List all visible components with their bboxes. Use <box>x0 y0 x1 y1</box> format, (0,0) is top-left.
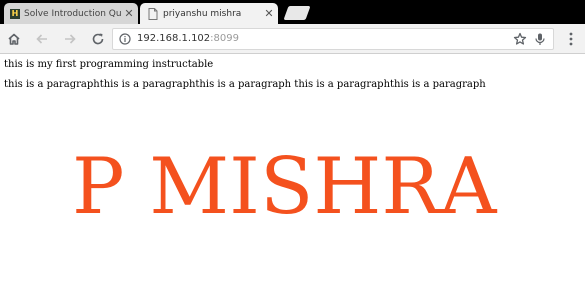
browser-toolbar: 192.168.1.102:8099 <box>0 24 585 54</box>
tab-title: priyanshu mishra <box>163 8 242 19</box>
reload-button[interactable] <box>90 31 106 47</box>
microphone-icon[interactable] <box>533 32 547 46</box>
home-icon <box>8 33 20 45</box>
new-tab-button[interactable] <box>283 6 311 20</box>
home-button[interactable] <box>6 31 22 47</box>
big-name-text: P MISHRA <box>72 142 497 232</box>
reload-icon <box>92 33 104 45</box>
url-port: :8099 <box>210 33 239 44</box>
address-bar[interactable]: 192.168.1.102:8099 <box>112 28 554 50</box>
document-icon <box>148 7 158 20</box>
tab-solve-introduction[interactable]: H Solve Introduction Questio ✕ <box>4 3 138 24</box>
close-tab-icon[interactable]: ✕ <box>122 7 136 20</box>
site-favicon-icon: H <box>10 8 20 19</box>
page-content: this is my first programming instructabl… <box>0 54 585 300</box>
tab-title: Solve Introduction Questio <box>24 8 122 19</box>
close-tab-icon[interactable]: ✕ <box>262 7 276 20</box>
more-vert-icon[interactable] <box>566 32 576 46</box>
back-button[interactable] <box>34 31 50 47</box>
page-paragraph: this is a paragraphthis is a paragraphth… <box>4 79 486 90</box>
page-heading: this is my first programming instructabl… <box>4 59 214 70</box>
arrow-left-icon <box>36 34 47 44</box>
url-text: 192.168.1.102:8099 <box>137 33 239 44</box>
arrow-right-icon <box>65 34 76 44</box>
tab-strip: H Solve Introduction Questio ✕ priyanshu… <box>0 0 585 24</box>
url-host: 192.168.1.102 <box>137 33 211 44</box>
tab-priyanshu-mishra[interactable]: priyanshu mishra ✕ <box>140 3 278 24</box>
forward-button[interactable] <box>62 31 78 47</box>
info-icon[interactable] <box>119 33 131 45</box>
star-icon[interactable] <box>513 32 527 46</box>
